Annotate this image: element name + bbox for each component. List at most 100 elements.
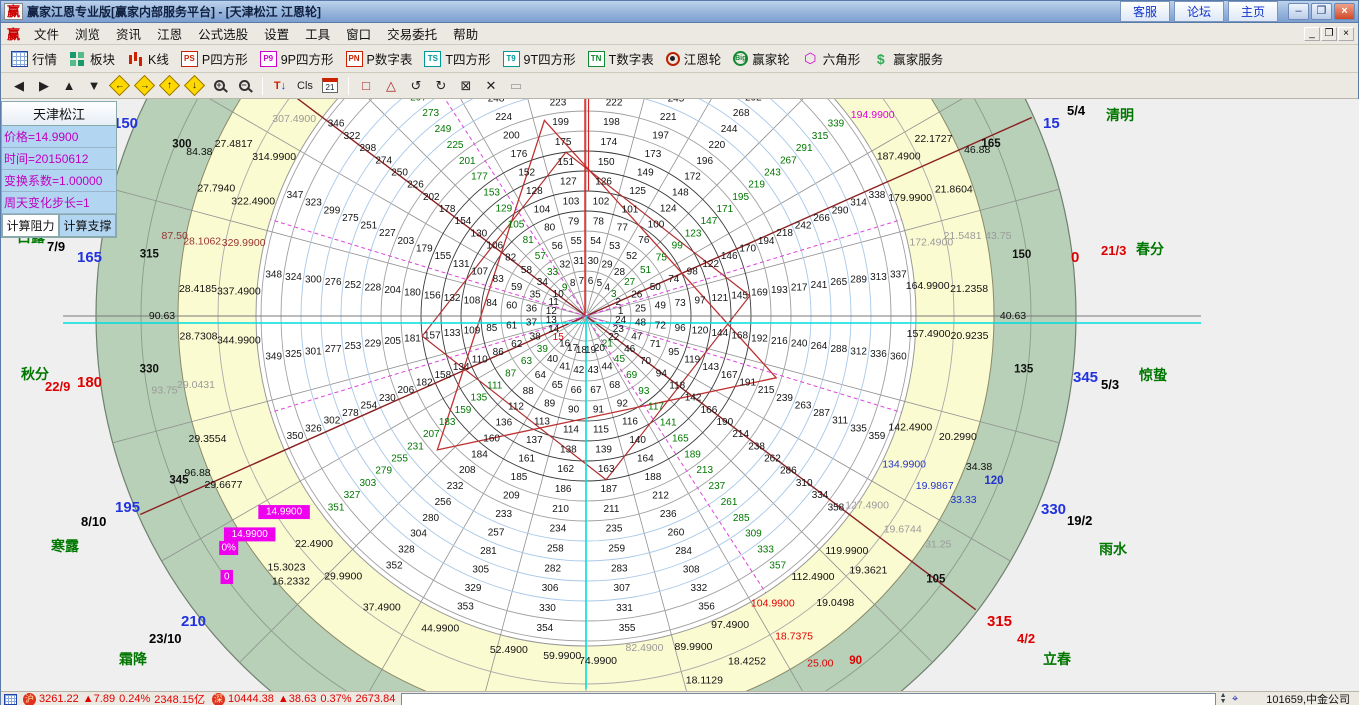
svg-text:284: 284: [675, 546, 692, 557]
toolbar-item-P四方形[interactable]: PSP四方形: [175, 46, 254, 71]
svg-text:6: 6: [588, 276, 594, 287]
menu-item-帮助[interactable]: 帮助: [445, 22, 486, 45]
scroll-right-button[interactable]: ▶: [32, 75, 56, 96]
menu-item-浏览[interactable]: 浏览: [67, 22, 108, 45]
toolbar-item-赢家服务[interactable]: $赢家服务: [866, 46, 949, 71]
gann-wheel-chart[interactable]: 1234567891011121314151617181920212223242…: [1, 99, 1359, 691]
menu-item-设置[interactable]: 设置: [256, 22, 297, 45]
svg-text:94: 94: [656, 368, 668, 379]
shift-up-button[interactable]: ↑: [157, 75, 181, 96]
svg-text:104.9900: 104.9900: [751, 598, 795, 610]
svg-text:209: 209: [503, 491, 520, 502]
restore-button[interactable]: ❐: [1311, 3, 1332, 20]
menu-item-文件[interactable]: 文件: [26, 22, 67, 45]
svg-text:187.4900: 187.4900: [877, 151, 921, 163]
toolbar-item-P数字表[interactable]: PNP数字表: [340, 46, 419, 71]
sep2: [348, 77, 349, 95]
svg-text:181: 181: [404, 333, 421, 344]
svg-text:79: 79: [568, 216, 580, 227]
child-restore-button[interactable]: ❐: [1321, 27, 1337, 41]
toolbar-item-9T四方形[interactable]: T99T四方形: [497, 46, 582, 71]
svg-text:204: 204: [384, 285, 401, 296]
draw-triangle-button[interactable]: △: [379, 75, 403, 96]
zoom-in-button[interactable]: +: [207, 75, 231, 96]
svg-text:86: 86: [493, 347, 505, 358]
page-down-button[interactable]: ▼: [82, 75, 106, 96]
draw-square-button[interactable]: □: [354, 75, 378, 96]
svg-text:255: 255: [391, 454, 408, 465]
svg-text:90: 90: [568, 405, 580, 416]
close-button[interactable]: ×: [1334, 3, 1355, 20]
toolbar-item-赢家轮[interactable]: Big赢家轮: [727, 46, 796, 71]
svg-text:359: 359: [869, 431, 886, 442]
toolbar-item-9P四方形[interactable]: P99P四方形: [254, 46, 340, 71]
panel-button-计算阻力[interactable]: 计算阻力: [2, 214, 59, 237]
solar-term-label: 惊蛰: [1139, 365, 1167, 385]
svg-text:136: 136: [495, 418, 512, 429]
toolbar-item-板块[interactable]: 板块: [63, 46, 121, 71]
panel-button-计算支撑[interactable]: 计算支撑: [59, 214, 116, 237]
menu-item-公式选股[interactable]: 公式选股: [190, 22, 256, 45]
svg-text:356: 356: [698, 602, 715, 613]
child-close-button[interactable]: ×: [1338, 27, 1354, 41]
svg-text:73: 73: [675, 298, 687, 309]
svg-text:183: 183: [439, 417, 456, 428]
title-link-1[interactable]: 论坛: [1174, 1, 1224, 22]
赢家服务-icon: $: [872, 51, 889, 67]
svg-text:108: 108: [464, 295, 481, 306]
shift-right-button[interactable]: →: [132, 75, 156, 96]
toolbar-item-六角形[interactable]: ⬡六角形: [796, 46, 867, 71]
rotate-ccw-button[interactable]: ↺: [404, 75, 428, 96]
svg-text:165: 165: [672, 433, 689, 444]
quote-grid-icon[interactable]: [4, 694, 17, 705]
svg-text:55: 55: [571, 236, 583, 247]
cls-button[interactable]: Cls: [293, 75, 317, 96]
menu-item-资讯[interactable]: 资讯: [108, 22, 149, 45]
title-link-2[interactable]: 主页: [1228, 1, 1278, 22]
svg-text:87: 87: [505, 368, 517, 379]
menu-item-工具[interactable]: 工具: [297, 22, 338, 45]
shift-left-button[interactable]: ←: [107, 75, 131, 96]
svg-text:314: 314: [850, 198, 867, 209]
toolbar-item-K线[interactable]: K线: [121, 46, 175, 71]
delete-box-button[interactable]: ⊠: [454, 75, 478, 96]
spinner-control[interactable]: ▲▼: [1218, 693, 1228, 705]
scroll-left-button[interactable]: ◀: [7, 75, 31, 96]
svg-text:311: 311: [832, 416, 848, 427]
svg-text:4: 4: [605, 283, 611, 294]
child-minimize-button[interactable]: _: [1304, 27, 1320, 41]
svg-text:93.75: 93.75: [151, 384, 177, 396]
svg-text:58: 58: [521, 265, 533, 276]
svg-text:64: 64: [535, 370, 547, 381]
calendar-button[interactable]: 21: [318, 75, 342, 96]
toolbar-item-T数字表[interactable]: TNT数字表: [582, 46, 660, 71]
title-link-0[interactable]: 客服: [1120, 1, 1170, 22]
menu-item-江恩[interactable]: 江恩: [149, 22, 190, 45]
time-price-button[interactable]: T↓: [268, 75, 292, 96]
command-input[interactable]: [401, 693, 1216, 705]
svg-text:59.9900: 59.9900: [543, 650, 581, 662]
solar-term-label: 春分: [1136, 239, 1164, 259]
rotate-cw-button[interactable]: ↻: [429, 75, 453, 96]
screen-button[interactable]: ▭: [504, 75, 528, 96]
svg-text:259: 259: [608, 543, 625, 554]
toolbar-item-江恩轮[interactable]: 江恩轮: [660, 46, 728, 71]
menu-item-交易委托[interactable]: 交易委托: [379, 22, 445, 45]
shift-down-button[interactable]: ↓: [182, 75, 206, 96]
toolbar-item-T四方形[interactable]: TST四方形: [418, 46, 496, 71]
panel-field-3: 周天变化步长=1: [2, 192, 116, 214]
page-up-button[interactable]: ▲: [57, 75, 81, 96]
center-view-button[interactable]: ✕: [479, 75, 503, 96]
toolbar-item-label: P四方形: [202, 49, 248, 68]
svg-text:245: 245: [668, 99, 685, 104]
svg-text:87.50: 87.50: [162, 230, 188, 242]
zoom-out-button[interactable]: −: [232, 75, 256, 96]
minimize-button[interactable]: –: [1288, 3, 1309, 20]
menu-item-窗口[interactable]: 窗口: [338, 22, 379, 45]
svg-text:48: 48: [635, 318, 647, 329]
svg-text:33: 33: [547, 267, 559, 278]
svg-text:3: 3: [611, 289, 617, 300]
toolbar-item-行情[interactable]: 行情: [5, 46, 63, 71]
svg-text:281: 281: [480, 546, 497, 557]
svg-text:339: 339: [828, 119, 845, 130]
